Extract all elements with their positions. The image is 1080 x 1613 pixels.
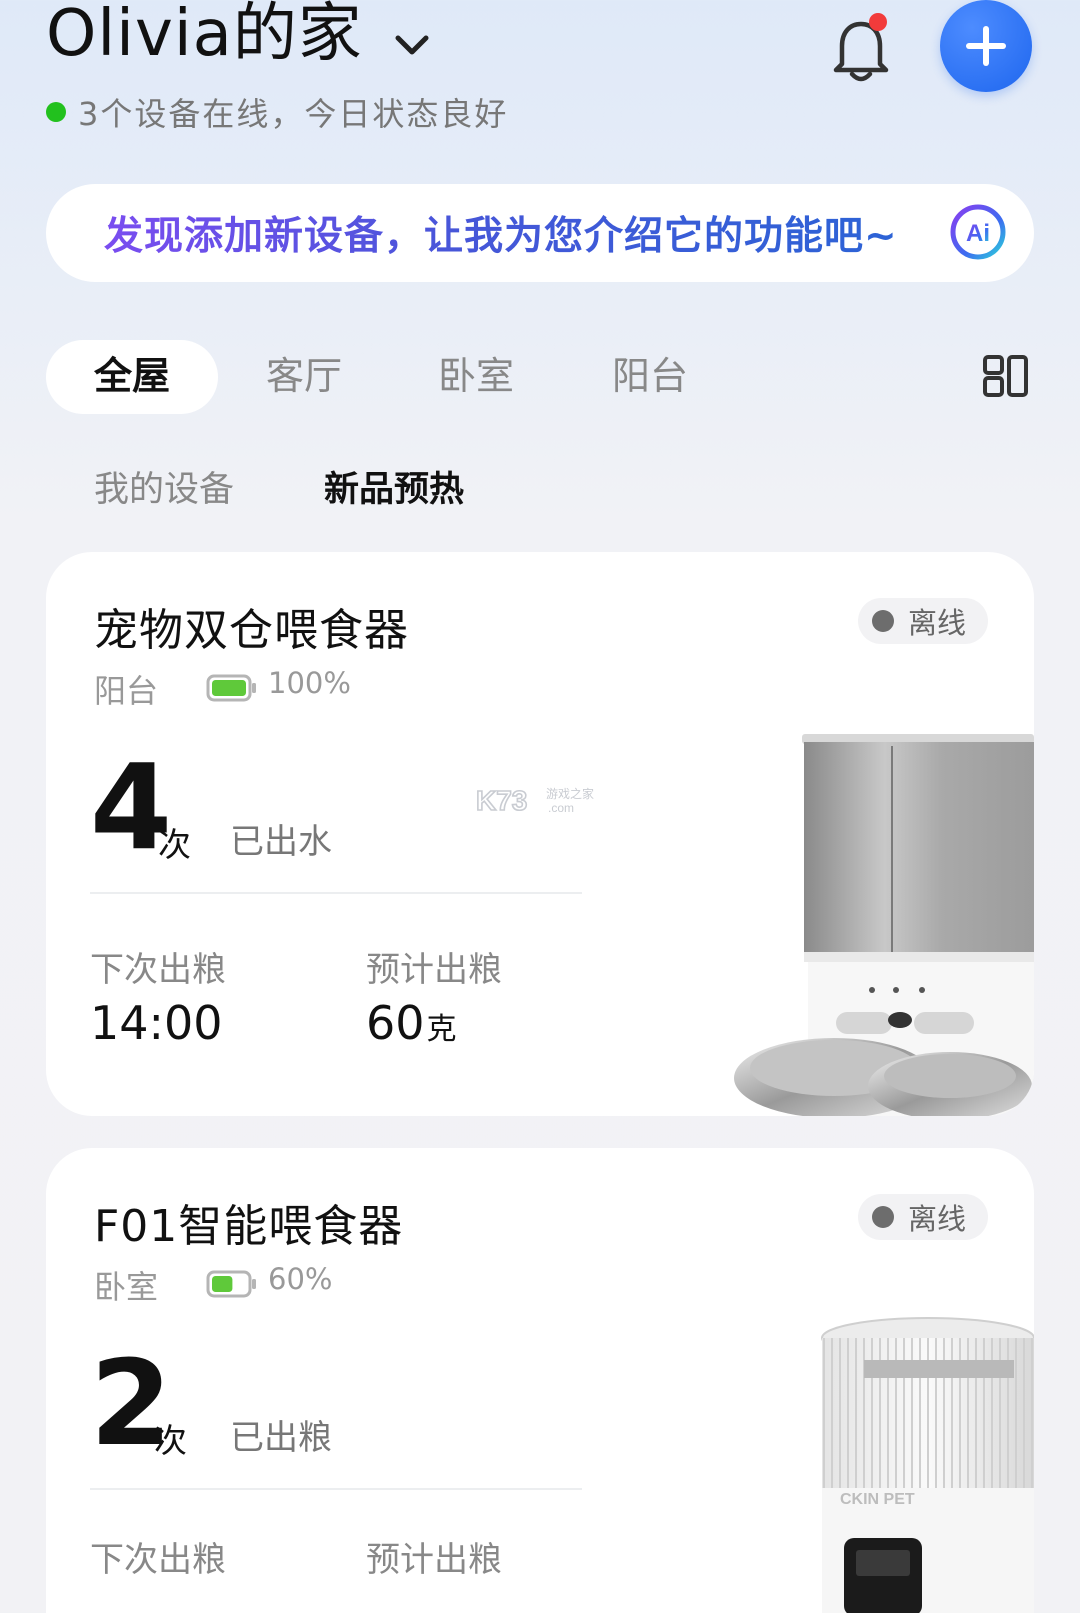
svg-text:Ai: Ai — [966, 220, 990, 247]
battery-percent: 100% — [268, 666, 351, 700]
ai-assistant-icon[interactable]: Ai — [948, 202, 1008, 262]
room-tab-living-room[interactable]: 客厅 — [266, 346, 342, 406]
svg-text:游戏之家: 游戏之家 — [546, 786, 594, 801]
watermark-logo: K73 游戏之家 .com — [476, 784, 594, 817]
notification-bell-icon[interactable] — [828, 12, 894, 84]
battery-icon — [206, 1270, 256, 1298]
svg-text:.com: .com — [548, 801, 574, 815]
device-card[interactable]: 宠物双仓喂食器 离线 阳台 100% 4 次 已出水 K73 游戏之家 .com… — [46, 552, 1034, 1116]
device-card[interactable]: F01智能喂食器 离线 卧室 60% 2 次 已出粮 下次出粮 预计出粮 CKI… — [46, 1148, 1034, 1613]
feed-amount-unit: 克 — [426, 1012, 457, 1047]
home-status: 3个设备在线，今日状态良好 — [46, 90, 508, 134]
smart-feeder-image: CKIN PET — [821, 1317, 1034, 1613]
next-feed-time: 14:00 — [90, 996, 223, 1050]
ai-assistant-banner[interactable]: 发现添加新设备，让我为您介绍它的功能吧~ Ai — [46, 184, 1034, 282]
battery-icon — [206, 674, 256, 702]
offline-status-dot — [871, 1206, 894, 1228]
ai-banner-text: 发现添加新设备，让我为您介绍它的功能吧~ — [104, 205, 898, 261]
card-divider — [90, 892, 582, 894]
online-status-dot — [46, 102, 66, 122]
room-tab-all[interactable]: 全屋 — [94, 346, 170, 406]
feed-amount-number: 60 — [366, 996, 425, 1050]
card-divider — [90, 1488, 582, 1490]
room-tab-balcony[interactable]: 阳台 — [612, 346, 688, 406]
dispense-count-unit: 次 — [158, 825, 191, 864]
feed-amount-label: 预计出粮 — [366, 950, 502, 990]
home-title[interactable]: Olivia的家 — [46, 0, 363, 74]
home-status-text: 3个设备在线，今日状态良好 — [78, 95, 509, 133]
room-tab-bedroom[interactable]: 卧室 — [438, 346, 514, 406]
add-device-button[interactable] — [940, 0, 1032, 92]
status-badge-text: 离线 — [907, 606, 966, 640]
room-grid-icon[interactable] — [982, 354, 1030, 398]
dispense-count-unit: 次 — [154, 1421, 187, 1460]
status-badge: 离线 — [857, 598, 988, 644]
next-feed-label: 下次出粮 — [90, 1540, 226, 1580]
tab-new-products[interactable]: 新品预热 — [324, 462, 464, 518]
tab-my-devices[interactable]: 我的设备 — [94, 462, 234, 518]
device-room: 阳台 — [94, 672, 159, 710]
product-brand-label: CKIN PET — [840, 1491, 915, 1508]
device-name: F01智能喂食器 — [94, 1201, 404, 1252]
dispense-count-desc: 已出水 — [230, 822, 332, 862]
device-name: 宠物双仓喂食器 — [94, 605, 409, 656]
svg-text:K73: K73 — [476, 785, 527, 816]
feed-amount-value — [366, 1588, 368, 1613]
dual-bowl-feeder-image — [734, 734, 1034, 1116]
chevron-down-icon[interactable] — [392, 30, 432, 60]
notification-badge — [869, 13, 887, 31]
feed-amount-label: 预计出粮 — [366, 1540, 502, 1580]
status-badge-text: 离线 — [907, 1202, 966, 1236]
next-feed-label: 下次出粮 — [90, 950, 226, 990]
status-badge: 离线 — [857, 1194, 988, 1240]
offline-status-dot — [871, 610, 894, 632]
dispense-count-desc: 已出粮 — [230, 1418, 332, 1458]
feed-amount-value: 60克 — [366, 996, 457, 1050]
battery-percent: 60% — [268, 1262, 333, 1296]
device-room: 卧室 — [94, 1268, 159, 1306]
